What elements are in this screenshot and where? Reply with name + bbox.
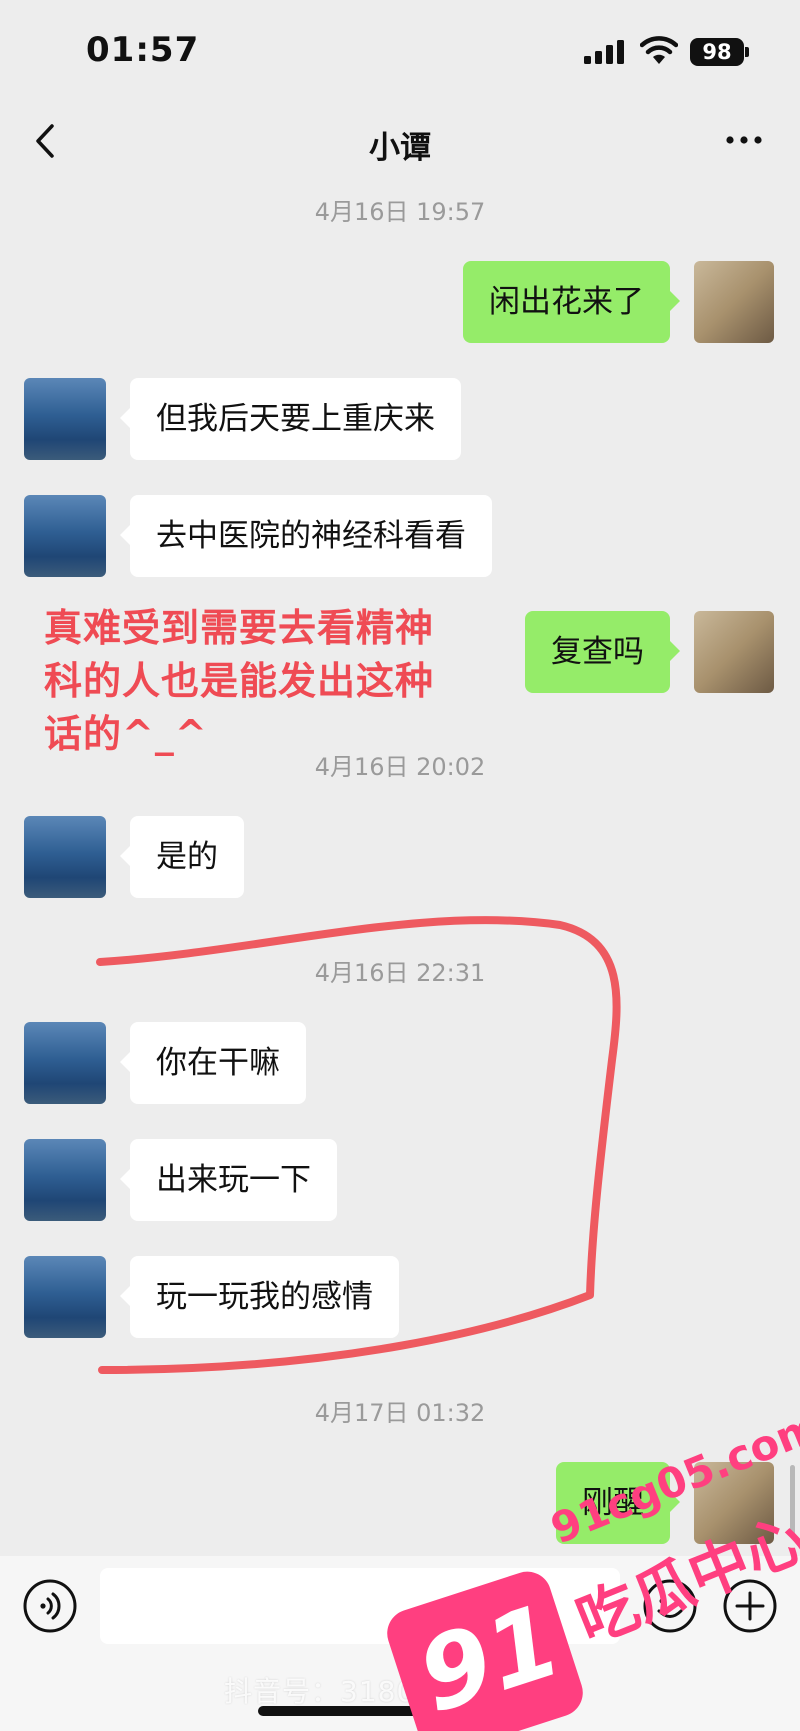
message-row-received: 去中医院的神经科看看 bbox=[0, 495, 800, 577]
wifi-icon bbox=[640, 36, 678, 64]
avatar-contact[interactable] bbox=[24, 816, 106, 898]
message-row-received: 但我后天要上重庆来 bbox=[0, 378, 800, 460]
annotation-text: 真难受到需要去看精神 科的人也是能发出这种 话的^_^ bbox=[44, 602, 514, 761]
status-time: 01:57 bbox=[86, 30, 200, 70]
message-bubble-sent[interactable]: 复查吗 bbox=[525, 611, 680, 693]
douyin-watermark: 抖音号：3180 7787 bbox=[224, 1675, 501, 1708]
avatar-self[interactable] bbox=[694, 611, 774, 693]
battery-indicator: 98 bbox=[690, 38, 744, 66]
message-bubble-sent[interactable]: 刚醒 bbox=[556, 1462, 680, 1544]
signal-icon bbox=[584, 40, 624, 64]
message-bubble-received[interactable]: 是的 bbox=[120, 816, 244, 898]
message-row-sent: 闲出花来了 bbox=[0, 261, 800, 343]
avatar-contact[interactable] bbox=[24, 1139, 106, 1221]
avatar-contact[interactable] bbox=[24, 1022, 106, 1104]
emoji-icon[interactable] bbox=[642, 1578, 698, 1634]
more-icon[interactable] bbox=[724, 120, 764, 160]
scroll-indicator[interactable] bbox=[790, 1465, 795, 1535]
avatar-contact[interactable] bbox=[24, 378, 106, 460]
message-bubble-received[interactable]: 玩一玩我的感情 bbox=[120, 1256, 399, 1338]
message-bubble-received[interactable]: 你在干嘛 bbox=[120, 1022, 306, 1104]
chat-title: 小谭 bbox=[369, 130, 431, 166]
home-indicator bbox=[258, 1706, 542, 1716]
message-row-received: 出来玩一下 bbox=[0, 1139, 800, 1221]
message-row-sent: 刚醒 bbox=[0, 1462, 800, 1544]
timestamp: 4月16日 22:31 bbox=[314, 959, 486, 987]
avatar-contact[interactable] bbox=[24, 1256, 106, 1338]
battery-tip bbox=[745, 47, 749, 57]
avatar-self[interactable] bbox=[694, 261, 774, 343]
message-input[interactable] bbox=[100, 1568, 620, 1644]
message-bubble-received[interactable]: 但我后天要上重庆来 bbox=[120, 378, 461, 460]
voice-icon[interactable] bbox=[22, 1578, 78, 1634]
status-bar: 01:57 98 bbox=[0, 0, 800, 100]
message-bubble-sent[interactable]: 闲出花来了 bbox=[463, 261, 680, 343]
timestamp: 4月16日 19:57 bbox=[314, 198, 486, 226]
annotation-line: 科的人也是能发出这种 bbox=[44, 659, 435, 703]
avatar-contact[interactable] bbox=[24, 495, 106, 577]
nav-bar: 小谭 bbox=[0, 100, 800, 184]
input-bar: 抖音号：3180 7787 bbox=[0, 1556, 800, 1731]
message-row-received: 玩一玩我的感情 bbox=[0, 1256, 800, 1338]
avatar-self[interactable] bbox=[694, 1462, 774, 1544]
timestamp: 4月17日 01:32 bbox=[314, 1399, 486, 1427]
message-bubble-received[interactable]: 去中医院的神经科看看 bbox=[120, 495, 492, 577]
annotation-line: 话的^_^ bbox=[44, 712, 208, 756]
plus-icon[interactable] bbox=[722, 1578, 778, 1634]
message-row-received: 是的 bbox=[0, 816, 800, 898]
message-bubble-received[interactable]: 出来玩一下 bbox=[120, 1139, 337, 1221]
annotation-line: 真难受到需要去看精神 bbox=[44, 606, 435, 650]
message-row-received: 你在干嘛 bbox=[0, 1022, 800, 1104]
